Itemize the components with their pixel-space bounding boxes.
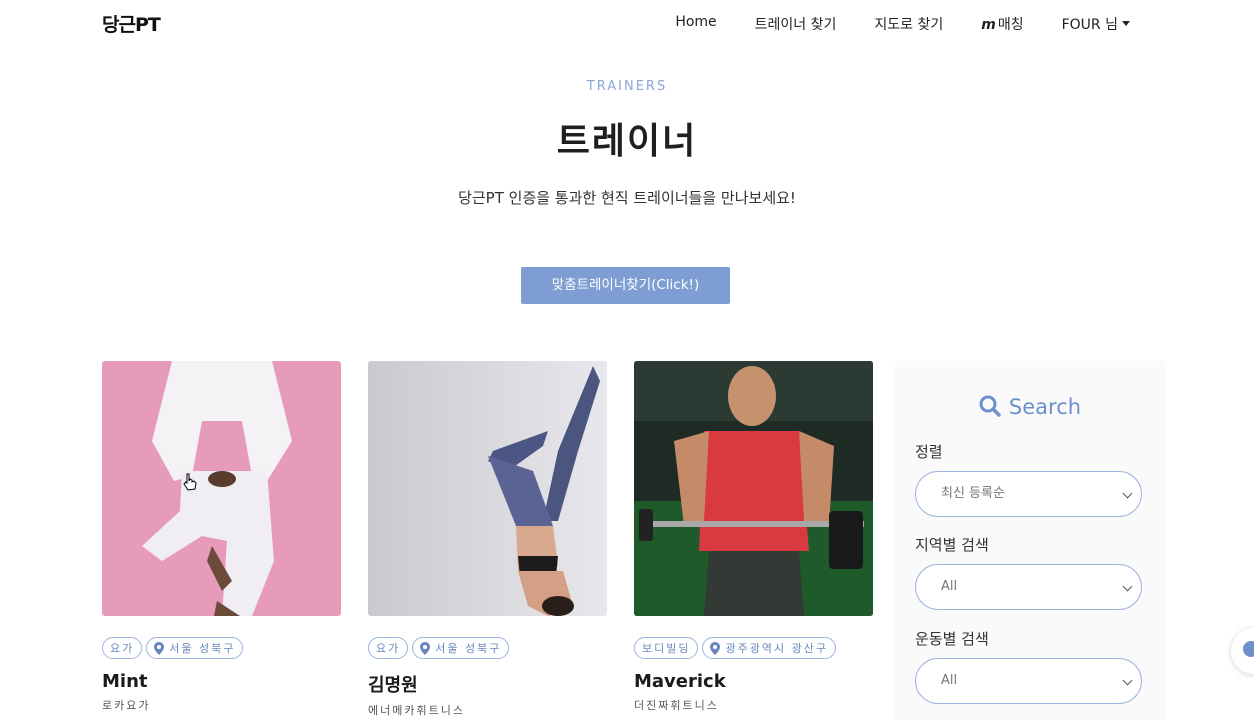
location-tag: 서울 성북구 <box>146 637 244 659</box>
trainer-tags: 요가 서울 성북구 <box>368 637 607 659</box>
page-subtitle: 당근PT 인증을 통과한 현직 트레이너들을 만나보세요! <box>458 189 796 207</box>
user-menu-dropdown[interactable]: FOUR 님 <box>1062 14 1130 34</box>
find-matching-trainer-button[interactable]: 맞춤트레이너찾기(Click!) <box>521 267 730 304</box>
trainer-name[interactable]: 김명원 <box>368 671 607 697</box>
trainer-name[interactable]: Maverick <box>634 671 873 692</box>
section-eyebrow: TRAINERS <box>586 79 668 94</box>
region-label: 지역별 검색 <box>915 536 989 554</box>
caret-down-icon <box>1122 20 1130 26</box>
page-title: 트레이너 <box>556 121 698 162</box>
location-tag: 광주광역시 광산구 <box>702 637 836 659</box>
hand-cursor-icon <box>183 473 197 491</box>
chevron-down-icon <box>1122 488 1133 499</box>
category-tag: 요가 <box>102 637 143 659</box>
nav-item-find-trainer[interactable]: 트레이너 찾기 <box>755 14 837 34</box>
matching-icon: m <box>981 17 996 33</box>
sort-select[interactable]: 최신 등록순 <box>915 471 1142 517</box>
trainer-tags: 요가 서울 성북구 <box>102 637 341 659</box>
search-panel-title: Search <box>895 395 1165 419</box>
trainer-photo[interactable] <box>368 361 607 616</box>
trainer-tags: 보디빌딩 광주광역시 광산구 <box>634 637 873 659</box>
nav-item-matching[interactable]: m 매칭 <box>981 14 1023 34</box>
trainer-photo[interactable] <box>634 361 873 616</box>
chevron-down-icon <box>1122 581 1133 592</box>
exercise-label: 운동별 검색 <box>915 630 989 648</box>
category-tag: 요가 <box>368 637 409 659</box>
nav-item-home[interactable]: Home <box>675 14 716 34</box>
chat-icon <box>1243 641 1254 657</box>
trainer-gym: 로카요가 <box>102 699 151 712</box>
trainer-card[interactable]: 보디빌딩 광주광역시 광산구 Maverick 더진짜휘트니스 <box>634 361 873 713</box>
location-pin-icon <box>420 641 431 655</box>
site-logo[interactable]: 당근PT <box>102 10 161 37</box>
nav-item-map-search[interactable]: 지도로 찾기 <box>874 14 943 34</box>
exercise-select[interactable]: All <box>915 658 1142 704</box>
trainer-gym: 더진짜휘트니스 <box>634 699 719 712</box>
search-panel: Search 정렬 최신 등록순 지역별 검색 All 운동별 검색 All <box>895 361 1165 720</box>
location-pin-icon <box>710 641 721 655</box>
chevron-down-icon <box>1122 675 1133 686</box>
trainer-gym: 에너메카휘트니스 <box>368 704 465 717</box>
category-tag: 보디빌딩 <box>634 637 699 659</box>
location-pin-icon <box>154 641 165 655</box>
search-icon <box>979 395 1001 417</box>
nav-menu: Home 트레이너 찾기 지도로 찾기 m 매칭 FOUR 님 <box>675 14 1130 34</box>
trainer-card[interactable]: 요가 서울 성북구 김명원 에너메카휘트니스 <box>368 361 607 718</box>
trainer-name[interactable]: Mint <box>102 671 341 692</box>
chat-button[interactable] <box>1231 628 1254 674</box>
region-select[interactable]: All <box>915 564 1142 610</box>
sort-label: 정렬 <box>915 443 943 461</box>
trainer-photo[interactable] <box>102 361 341 616</box>
location-tag: 서울 성북구 <box>412 637 510 659</box>
top-navbar: 당근PT Home 트레이너 찾기 지도로 찾기 m 매칭 FOUR 님 <box>0 0 1254 46</box>
trainer-card[interactable]: 요가 서울 성북구 Mint 로카요가 <box>102 361 341 713</box>
